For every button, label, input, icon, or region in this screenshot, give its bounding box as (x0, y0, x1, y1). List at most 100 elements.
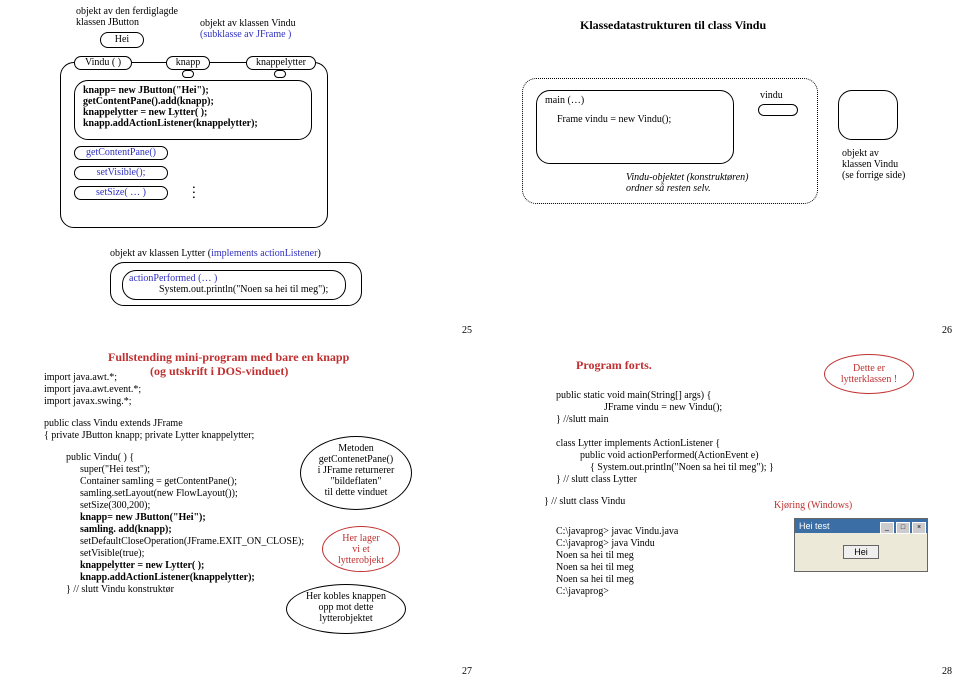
code-line: actionPerformed (… ) (129, 273, 339, 284)
code-line: System.out.println("Noen sa hei til meg"… (159, 284, 339, 295)
caption-line-sub: (subklasse av JFrame ) (200, 29, 291, 40)
page-number: 28 (942, 666, 952, 677)
slide-25: objekt av den ferdiglagde klassen JButto… (0, 0, 480, 340)
page-number: 26 (942, 325, 952, 336)
code-line: knappelytter = new Lytter( ); (83, 107, 303, 118)
bubble-line: getContenetPane() (319, 454, 393, 465)
note-line: ordner så resten selv. (626, 183, 711, 194)
code-line: samling.setLayout(new FlowLayout()); (80, 488, 238, 499)
close-icon[interactable]: × (912, 522, 926, 534)
vindu-ctor-pill: Vindu ( ) (74, 56, 132, 70)
bubble-line: "bildeflaten" (331, 476, 382, 487)
slide-26: Klassedatastrukturen til class Vindu mai… (480, 0, 960, 340)
code-line: public static void main(String[] args) { (556, 390, 711, 401)
window-title: Hei test (799, 519, 830, 533)
code-line: } // slutt Vindu konstruktør (66, 584, 174, 595)
code-line: samling. add(knapp); (80, 524, 172, 535)
kjoring-label: Kjøring (Windows) (774, 500, 852, 511)
window-body: Hei (795, 533, 927, 571)
connector (274, 70, 286, 78)
code-line: } // slutt class Vindu (544, 496, 625, 507)
slide-27: Fullstending mini-program med bare en kn… (0, 340, 480, 681)
code-ref: getContentPane() (86, 147, 156, 158)
caption-line: (se forrige side) (842, 170, 905, 181)
sv-box: setVisible(); (74, 166, 168, 180)
bubble-line: Dette er (853, 363, 885, 374)
minimize-icon[interactable]: _ (880, 522, 894, 534)
bubble-line: Metoden (338, 443, 374, 454)
console-line: C:\javaprog> javac Vindu.java (556, 526, 678, 537)
object-box (838, 90, 898, 140)
windows-dialog: Hei test _□× Hei (794, 518, 928, 572)
hei-button[interactable]: Hei (843, 545, 879, 559)
code-box-1: knapp= new JButton("Hei"); getContentPan… (74, 80, 312, 140)
code-line: knapp.addActionListener(knappelytter); (80, 572, 255, 583)
note-line: Vindu-objektet (konstruktøren) (626, 172, 748, 183)
console-line: Noen sa hei til meg (556, 574, 634, 585)
code-line: knapp= new JButton("Hei"); (80, 512, 206, 523)
bubble-line: Her kobles knappen (306, 591, 386, 602)
code-ref: setVisible(); (97, 167, 146, 178)
console-line: Noen sa hei til meg (556, 562, 634, 573)
bubble-kobles: Her kobles knappen opp mot dette lyttero… (286, 584, 406, 634)
bubble-line: Her lager (342, 533, 379, 544)
vindu-label: vindu (760, 90, 783, 101)
slide-title: Klassedatastrukturen til class Vindu (580, 18, 766, 33)
code-line: } //slutt main (556, 414, 609, 425)
slide-28: Program forts. public static void main(S… (480, 340, 960, 681)
knappelytter-pill: knappelytter (246, 56, 316, 70)
window-titlebar: Hei test _□× (795, 519, 927, 533)
caption-line: klassen Vindu (842, 159, 898, 170)
lytter-caption: objekt av klassen Lytter (implements act… (110, 248, 321, 259)
console-line: C:\javaprog> java Vindu (556, 538, 655, 549)
connector (182, 70, 194, 78)
code-line: getContentPane().add(knapp); (83, 96, 303, 107)
console-line: C:\javaprog> (556, 586, 609, 597)
slide-title: Program forts. (576, 358, 652, 373)
code-line: class Lytter implements ActionListener { (556, 438, 720, 449)
slide-title-line2: (og utskrift i DOS-vinduet) (150, 364, 288, 379)
caption-jbutton: objekt av den ferdiglagde klassen JButto… (76, 6, 178, 28)
caption-line: objekt av (842, 148, 879, 159)
caption-line: objekt av klassen Vindu (200, 18, 296, 29)
bubble-line: lytterobjektet (319, 613, 372, 624)
bubble-line: i JFrame returnerer (318, 465, 395, 476)
knapp-pill: knapp (166, 56, 210, 70)
main-box: main (…) Frame vindu = new Vindu(); (536, 90, 734, 164)
object-caption: objekt av klassen Vindu (se forrige side… (842, 148, 905, 181)
lytter-inner-box: actionPerformed (… ) System.out.println(… (122, 270, 346, 300)
code-line: super("Hei test"); (80, 464, 150, 475)
class-line: public class Vindu extends JFrame (44, 418, 183, 429)
bubble-lytterobjekt: Her lager vi et lytterobjekt (322, 526, 400, 572)
bubble-contentpane: Metoden getContenetPane() i JFrame retur… (300, 436, 412, 510)
import-line: import javax.swing.*; (44, 396, 132, 407)
page-number: 27 (462, 666, 472, 677)
import-line: import java.awt.*; (44, 372, 117, 383)
caption-close: ) (317, 248, 320, 259)
bubble-line: lytterobjekt (338, 555, 384, 566)
caption-line: objekt av den ferdiglagde (76, 6, 178, 17)
bubble-lytterklassen: Dette er lytterklassen ! (824, 354, 914, 394)
code-line: knapp.addActionListener(knappelytter); (83, 118, 303, 129)
code-line: main (…) (545, 95, 725, 106)
hei-label: Hei (115, 34, 129, 45)
code-line: public void actionPerformed(ActionEvent … (580, 450, 759, 461)
code-line: knappelytter = new Lytter( ); (80, 560, 204, 571)
ss-box: setSize( … ) (74, 186, 168, 200)
slide-title-line1: Fullstending mini-program med bare en kn… (108, 350, 349, 365)
caption-text: objekt av klassen Lytter ( (110, 248, 211, 259)
bubble-line: opp mot dette (319, 602, 374, 613)
code-line: { System.out.println("Noen sa hei til me… (590, 462, 774, 473)
pill-label: knappelytter (256, 57, 306, 68)
constructor-note: Vindu-objektet (konstruktøren) ordner så… (626, 172, 748, 194)
code-line: public Vindu( ) { (66, 452, 134, 463)
hei-box: Hei (100, 32, 144, 48)
code-line: setVisible(true); (80, 548, 144, 559)
maximize-icon[interactable]: □ (896, 522, 910, 534)
code-line: setSize(300,200); (80, 500, 150, 511)
code-line: } // slutt class Lytter (556, 474, 637, 485)
page-number: 25 (462, 325, 472, 336)
window-buttons: _□× (879, 519, 927, 533)
bubble-line: vi et (352, 544, 370, 555)
pill-label: knapp (176, 57, 200, 68)
